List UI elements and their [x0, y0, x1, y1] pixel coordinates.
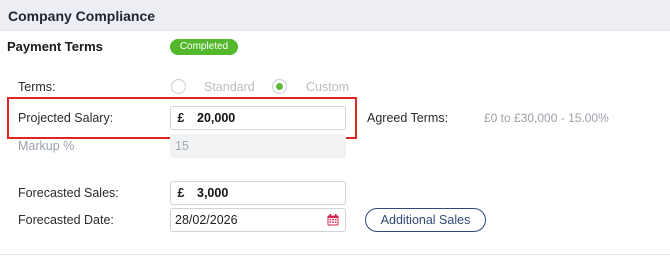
markup-input: 15 [170, 134, 346, 158]
forecasted-date-value: 28/02/2026 [175, 213, 238, 227]
projected-salary-input[interactable]: £ 20,000 [170, 106, 346, 130]
forecasted-date-label: Forecasted Date: [18, 213, 114, 227]
radio-custom-label[interactable]: Custom [306, 80, 349, 94]
status-badge: Completed [170, 39, 238, 55]
projected-salary-value: 20,000 [197, 111, 236, 125]
forecasted-sales-value: 3,000 [197, 186, 229, 200]
projected-salary-label: Projected Salary: [18, 111, 114, 125]
calendar-icon[interactable] [327, 214, 339, 226]
radio-standard[interactable] [171, 79, 186, 94]
currency-prefix: £ [177, 186, 185, 200]
forecasted-sales-input[interactable]: £ 3,000 [170, 181, 346, 205]
radio-standard-label[interactable]: Standard [204, 80, 255, 94]
terms-label: Terms: [18, 80, 56, 94]
additional-sales-button[interactable]: Additional Sales [365, 208, 486, 232]
currency-prefix: £ [177, 111, 185, 125]
divider [0, 254, 670, 255]
payment-terms-title: Payment Terms [7, 39, 103, 54]
markup-value: 15 [175, 139, 189, 153]
section-title: Company Compliance [8, 8, 156, 24]
agreed-terms-label: Agreed Terms: [367, 111, 449, 125]
markup-label: Markup % [18, 139, 75, 153]
agreed-terms-value: £0 to £30,000 - 15.00% [484, 111, 609, 125]
section-header: Company Compliance [0, 0, 670, 31]
forecasted-sales-label: Forecasted Sales: [18, 186, 119, 200]
radio-custom[interactable] [272, 79, 287, 94]
forecasted-date-input[interactable]: 28/02/2026 [170, 208, 346, 232]
